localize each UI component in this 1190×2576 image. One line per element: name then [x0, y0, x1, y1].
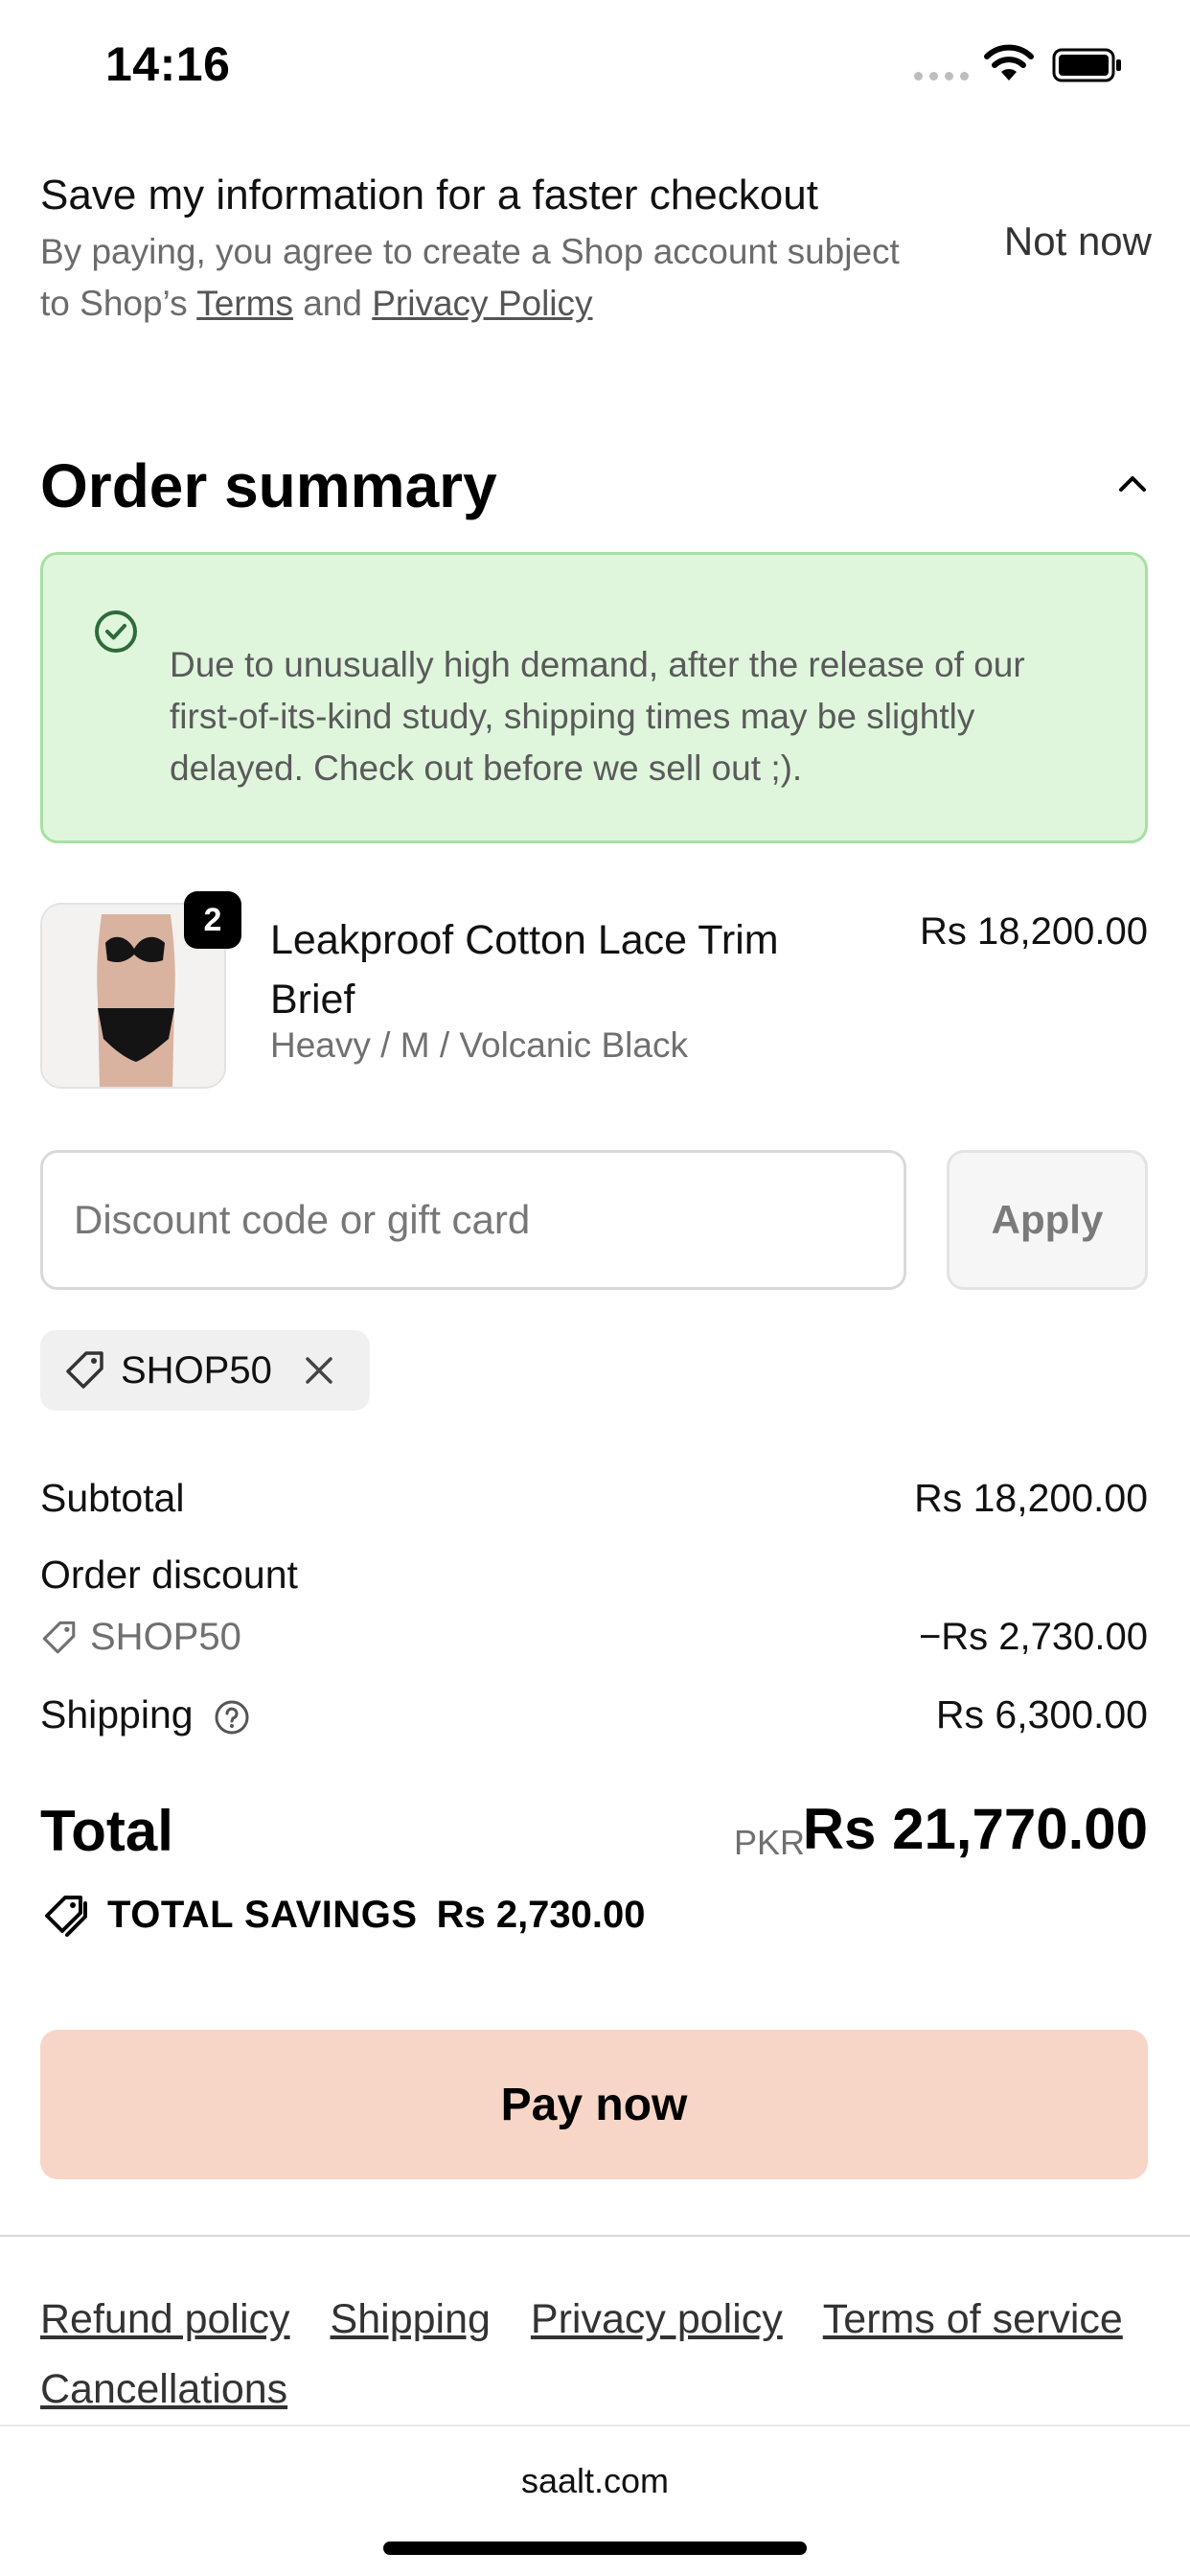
product-line-item: 2 Leakproof Cotton Lace Trim Brief Heavy…	[40, 891, 1148, 1102]
privacy-policy-footer-link[interactable]: Privacy policy	[531, 2296, 783, 2343]
save-info-subtitle: By paying, you agree to create a Shop ac…	[40, 226, 903, 330]
and-text: and	[292, 284, 373, 323]
terms-of-service-link[interactable]: Terms of service	[823, 2296, 1123, 2343]
shipping-row: Shipping Rs 6,300.00	[40, 1692, 1148, 1737]
refund-policy-link[interactable]: Refund policy	[40, 2296, 290, 2343]
terms-link[interactable]: Terms	[196, 284, 293, 323]
discount-value: −Rs 2,730.00	[918, 1616, 1148, 1658]
subtotal-value: Rs 18,200.00	[914, 1476, 1148, 1520]
order-discount-row: Order discount	[40, 1552, 1148, 1598]
total-savings-row: TOTAL SAVINGS Rs 2,730.00	[40, 1892, 646, 1938]
save-info-title: Save my information for a faster checkou…	[40, 172, 818, 218]
tag-icon	[42, 1621, 76, 1653]
wifi-icon	[984, 44, 1034, 80]
shipping-value: Rs 6,300.00	[935, 1692, 1148, 1736]
cancellations-link[interactable]: Cancellations	[40, 2366, 287, 2413]
total-savings-label: TOTAL SAVINGS	[107, 1893, 418, 1936]
shipping-label: Shipping	[40, 1692, 194, 1736]
footer-links: Refund policy Shipping Privacy policy Te…	[40, 2296, 1152, 2413]
banner-text: Due to unusually high demand, after the …	[170, 645, 1025, 788]
chevron-up-icon[interactable]	[1117, 473, 1148, 493]
apply-button[interactable]: Apply	[947, 1150, 1148, 1290]
shipping-link[interactable]: Shipping	[331, 2296, 491, 2343]
status-time: 14:16	[105, 37, 231, 91]
remove-discount-icon[interactable]	[303, 1354, 335, 1387]
product-variant: Heavy / M / Volcanic Black	[270, 1025, 688, 1065]
cellular-signal-icon	[914, 72, 969, 80]
battery-icon	[1052, 48, 1121, 82]
status-bar: 14:16	[0, 0, 1190, 134]
order-discount-label: Order discount	[40, 1552, 298, 1597]
subtotal-row: Subtotal Rs 18,200.00	[40, 1476, 1148, 1521]
tag-icon	[66, 1351, 103, 1389]
discount-code-name: SHOP50	[90, 1616, 241, 1658]
check-circle-icon	[95, 610, 137, 653]
total-value: Rs 21,770.00	[802, 1797, 1148, 1861]
url-text[interactable]: saalt.com	[0, 2461, 1190, 2501]
quantity-badge: 2	[184, 891, 241, 949]
product-name: Leakproof Cotton Lace Trim Brief	[270, 917, 779, 1023]
total-label: Total	[40, 1799, 173, 1863]
privacy-policy-link[interactable]: Privacy Policy	[372, 284, 592, 323]
order-summary-title: Order summary	[40, 451, 497, 520]
tags-icon	[45, 1896, 87, 1937]
product-price: Rs 18,200.00	[920, 910, 1148, 953]
applied-discount-code: SHOP50	[121, 1348, 272, 1392]
total-currency: PKR	[733, 1823, 805, 1862]
pay-now-button[interactable]: Pay now	[40, 2030, 1148, 2179]
applied-discount-chip: SHOP50	[40, 1330, 370, 1411]
shipping-delay-banner: Due to unusually high demand, after the …	[40, 552, 1148, 843]
browser-url-bar: saalt.com	[0, 2425, 1190, 2576]
save-info-section: Save my information for a faster checkou…	[40, 169, 1152, 330]
help-circle-icon[interactable]	[214, 1699, 250, 1736]
total-savings-value: Rs 2,730.00	[436, 1893, 646, 1936]
home-indicator[interactable]	[383, 2542, 807, 2555]
subtotal-label: Subtotal	[40, 1476, 185, 1520]
discount-code-row: SHOP50 −Rs 2,730.00	[40, 1616, 1148, 1659]
not-now-button[interactable]: Not now	[1004, 218, 1152, 264]
footer-divider	[0, 2235, 1190, 2237]
discount-code-input[interactable]: Discount code or gift card	[40, 1150, 906, 1290]
